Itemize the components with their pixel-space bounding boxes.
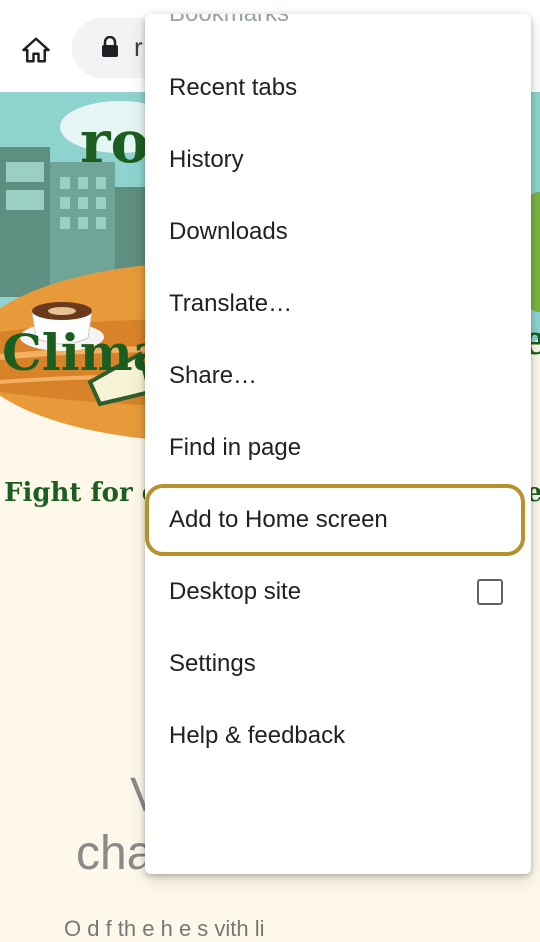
menu-item-label: Translate… xyxy=(169,290,293,317)
menu-item-recent-tabs[interactable]: Recent tabs xyxy=(145,52,531,124)
body-text-fragment: O d f th e h e s vith li xyxy=(64,916,265,941)
menu-item-share[interactable]: Share… xyxy=(145,340,531,412)
home-button[interactable] xyxy=(12,26,60,74)
menu-item-label: Desktop site xyxy=(169,578,302,605)
hero-title-text: ro xyxy=(80,108,149,176)
tagline-text: Fight for cli xyxy=(4,478,154,508)
menu-item-label: Recent tabs xyxy=(169,74,298,101)
menu-item-label: Downloads xyxy=(169,218,288,245)
menu-item-label: Share… xyxy=(169,362,258,389)
highlight-outline xyxy=(145,484,525,556)
desktop-site-checkbox[interactable] xyxy=(477,579,503,605)
hero-subtitle-text: Clima xyxy=(2,323,165,382)
menu-item-translate[interactable]: Translate… xyxy=(145,268,531,340)
menu-item-find-in-page[interactable]: Find in page xyxy=(145,412,531,484)
menu-item-label: Bookmarks xyxy=(169,14,289,28)
menu-item-help-feedback[interactable]: Help & feedback xyxy=(145,700,531,772)
menu-item-downloads[interactable]: Downloads xyxy=(145,196,531,268)
menu-item-settings[interactable]: Settings xyxy=(145,628,531,700)
menu-item-label: Settings xyxy=(169,650,256,677)
menu-item-label: Find in page xyxy=(169,434,302,461)
heading-fragment-2: cha xyxy=(76,827,154,880)
lock-icon xyxy=(102,36,118,57)
overflow-menu: Bookmarks Recent tabs History Downloads … xyxy=(145,14,531,874)
menu-item-label: Help & feedback xyxy=(169,722,346,749)
menu-item-desktop-site[interactable]: Desktop site xyxy=(145,556,531,628)
home-icon xyxy=(22,37,50,63)
menu-item-bookmarks[interactable]: Bookmarks xyxy=(145,14,531,50)
url-text: r xyxy=(134,32,143,62)
menu-item-history[interactable]: History xyxy=(145,124,531,196)
menu-item-label: History xyxy=(169,146,244,173)
